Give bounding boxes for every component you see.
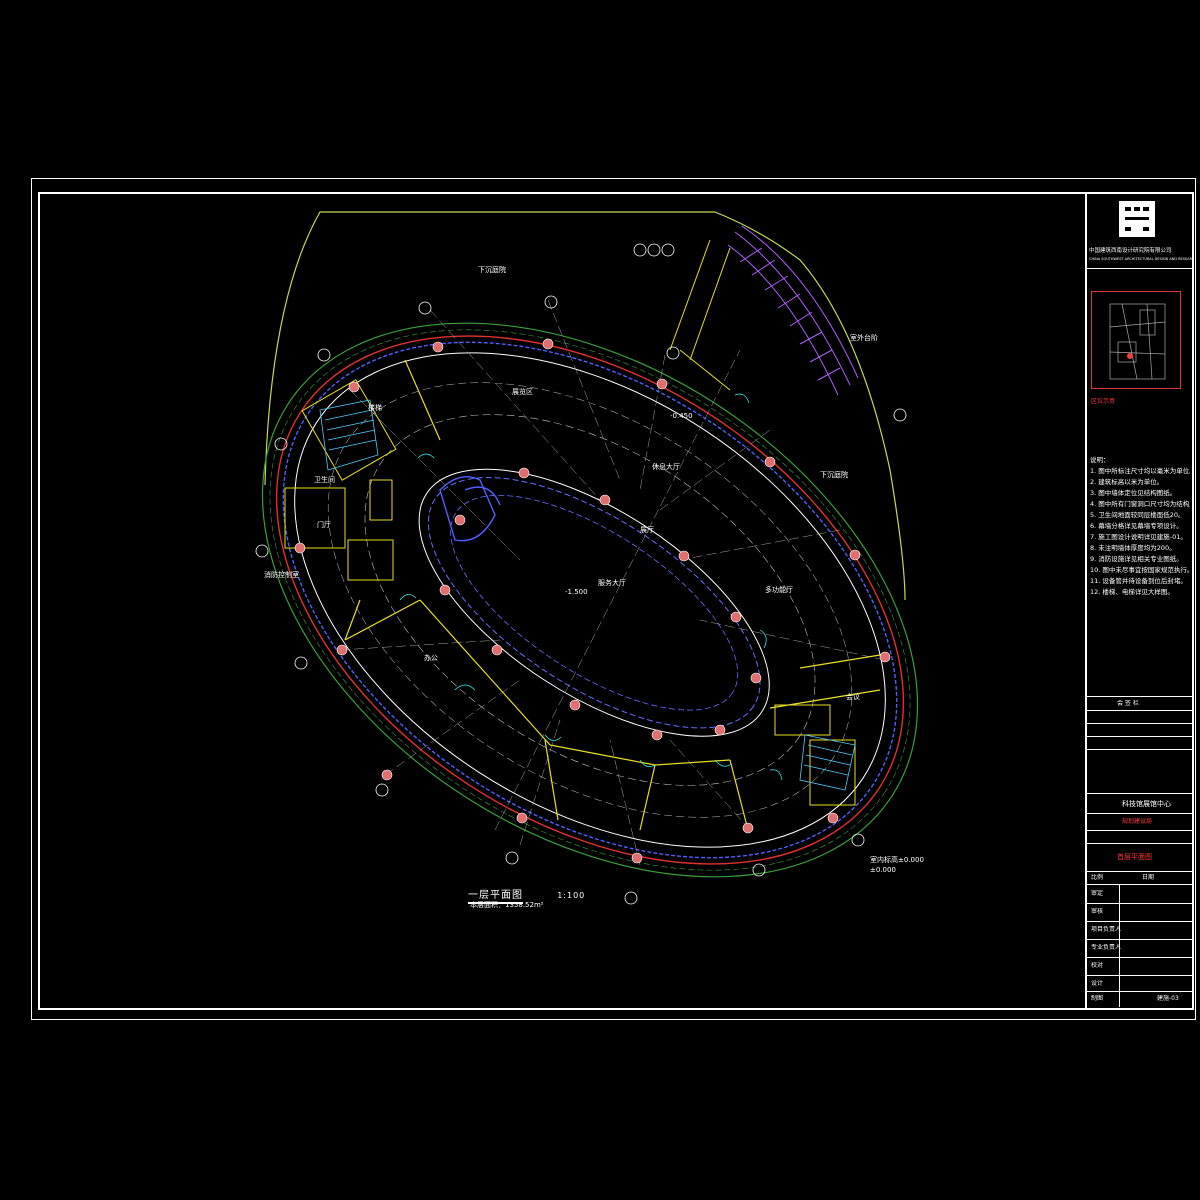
key-plan-sketch <box>1109 303 1166 380</box>
row-review: 审核 <box>1091 908 1104 915</box>
column-ring-inner <box>364 414 816 786</box>
label-sunken-court-north: 下沉庭院 <box>478 266 506 274</box>
note-6: 6. 幕墙分格详见幕墙专项设计。 <box>1090 522 1183 530</box>
label-stair: 楼梯 <box>368 404 382 412</box>
divider <box>1087 749 1193 750</box>
label-exhibition-north: 展览区 <box>512 388 533 396</box>
label-fire-control: 消防控制室 <box>264 571 299 579</box>
title-block: 中国建筑西南设计研究院有限公司 CHINA SOUTHWEST ARCHITEC… <box>1085 193 1193 1009</box>
divider <box>1087 268 1193 269</box>
date-label: 日期 <box>1142 874 1155 881</box>
project-name: 科技馆展馆中心 <box>1122 800 1171 808</box>
east-stair <box>799 734 856 791</box>
label-service-hall: 服务大厅 <box>598 579 626 587</box>
east-core <box>774 704 856 806</box>
notes-heading: 说明： <box>1090 456 1110 464</box>
inner-wall-white <box>294 352 886 848</box>
partition-walls <box>344 359 881 831</box>
company-name-en: CHINA SOUTHWEST ARCHITECTURAL DESIGN AND… <box>1089 257 1193 261</box>
label-meeting: 会议 <box>846 693 860 701</box>
label-elev-minus045: -0.450 <box>670 412 693 420</box>
divider <box>1087 991 1193 992</box>
divider <box>1087 903 1193 904</box>
divider <box>1087 696 1193 697</box>
label-office: 办公 <box>424 654 438 662</box>
label-elev-minus150: -1.500 <box>565 588 588 596</box>
company-name-cn: 中国建筑西南设计研究院有限公司 <box>1089 248 1172 254</box>
divider <box>1087 939 1193 940</box>
entrance-ramp-walls <box>669 239 731 391</box>
outer-ring-green <box>261 322 919 878</box>
row-discipline-lead: 专业负责人 <box>1091 944 1122 951</box>
note-3: 3. 图中墙体定位见结构图纸。 <box>1090 489 1177 497</box>
row-project-lead: 项目负责人 <box>1091 926 1122 933</box>
plan-scale: 1:100 <box>557 891 586 900</box>
plan-area: 本层面积：1358.52m² <box>470 901 544 909</box>
row-draw: 制图 <box>1091 995 1104 1002</box>
label-lounge-hall: 休息大厅 <box>652 463 680 471</box>
design-notes: 说明： 1. 图中所标注尺寸均以毫米为单位。 2. 建筑标高以米为单位。 3. … <box>1090 455 1190 598</box>
column-divider <box>1119 884 1120 1007</box>
scale-label: 比例 <box>1091 874 1104 881</box>
label-outdoor-steps: 室外台阶 <box>850 334 878 342</box>
label-foyer: 门厅 <box>317 521 331 529</box>
drawing-number: 建施-03 <box>1157 995 1179 1002</box>
note-12: 12. 楼梯、电梯详见大样图。 <box>1090 588 1174 596</box>
note-4: 4. 图中所有门窗洞口尺寸均为结构尺寸。 <box>1090 500 1190 508</box>
divider <box>1087 975 1193 976</box>
entrance-stairs <box>727 225 859 396</box>
divider <box>1087 830 1193 831</box>
divider <box>1087 723 1193 724</box>
divider <box>1087 813 1193 814</box>
note-5: 5. 卫生间地面较同层楼面低20。 <box>1090 511 1185 519</box>
door-swings <box>399 393 783 781</box>
note-9: 9. 消防设施详见相关专业图纸。 <box>1090 555 1183 563</box>
key-plan-label: 区位示意 <box>1091 398 1116 405</box>
row-check: 校对 <box>1091 962 1104 969</box>
key-plan <box>1091 291 1181 389</box>
note-1: 1. 图中所标注尺寸均以毫米为单位。 <box>1090 467 1190 475</box>
note-10: 10. 图中未尽事宜按国家规范执行。 <box>1090 566 1190 574</box>
floor-plan-drawing <box>255 211 919 905</box>
divider <box>1087 843 1193 844</box>
note-7: 7. 施工图设计说明详见建施-01。 <box>1090 533 1187 541</box>
atrium-white <box>418 468 770 737</box>
label-elevation-note: 室内标高±0.000 <box>870 856 924 864</box>
atrium-inner <box>450 494 739 711</box>
divider <box>1087 957 1193 958</box>
label-restroom: 卫生间 <box>314 476 335 484</box>
divider <box>1087 710 1193 711</box>
label-elevation-zero: ±0.000 <box>870 866 896 874</box>
site-boundary <box>264 211 906 601</box>
axis-bubbles <box>255 243 907 905</box>
divider <box>1087 921 1193 922</box>
seal-header: 会 签 栏 <box>1117 700 1139 707</box>
note-2: 2. 建筑标高以米为单位。 <box>1090 478 1164 486</box>
row-approve: 审定 <box>1091 890 1104 897</box>
company-logo <box>1119 201 1155 237</box>
divider <box>1087 871 1193 872</box>
plan-title: 一层平面图 1:100 <box>468 886 586 904</box>
sub-project: 规划建设局 <box>1122 818 1153 825</box>
label-multifunction: 多功能厅 <box>765 586 793 594</box>
drawing-title: 首层平面图 <box>1117 853 1152 861</box>
divider <box>1087 736 1193 737</box>
label-exhibit: 展厅 <box>640 526 654 534</box>
note-11: 11. 设备管井待设备到位后封堵。 <box>1090 577 1187 585</box>
row-design: 设计 <box>1091 980 1104 987</box>
divider <box>1087 884 1193 885</box>
note-8: 8. 未注明墙体厚度均为200。 <box>1090 544 1176 552</box>
divider <box>1087 793 1193 794</box>
label-sunken-court-east: 下沉庭院 <box>820 471 848 479</box>
